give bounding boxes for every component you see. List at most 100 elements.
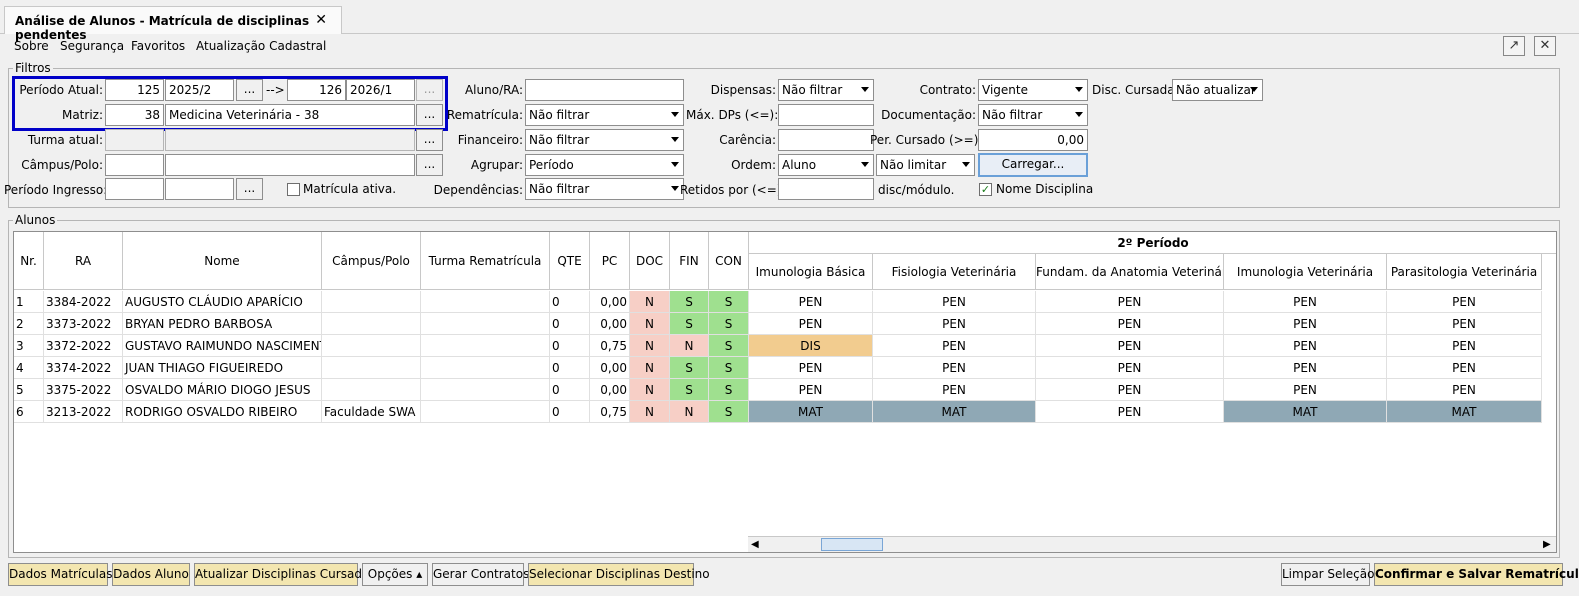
tab-analise-alunos[interactable]: Análise de Alunos - Matrícula de discipl… <box>4 6 342 42</box>
cell-discipline-status[interactable]: PEN <box>1387 335 1542 357</box>
cell-discipline-status[interactable]: PEN <box>873 291 1036 313</box>
alunos-grid[interactable]: Nr. RA Nome Câmpus/Polo Turma Rematrícula QTE… <box>13 231 1557 553</box>
limite-select[interactable]: Não limitar <box>876 154 975 176</box>
menu-seguranca[interactable]: Segurança <box>60 39 124 53</box>
cell-discipline-status[interactable]: PEN <box>1224 291 1387 313</box>
menu-atualizacao-cadastral[interactable]: Atualização Cadastral <box>196 39 326 53</box>
discipline-header[interactable]: Imunologia Veterinária <box>1224 254 1387 290</box>
cell-qte: 0 <box>550 379 590 401</box>
max-dps-input[interactable] <box>778 104 874 126</box>
confirmar-salvar-button[interactable]: Confirmar e Salvar Rematrículas <box>1374 563 1579 586</box>
chevron-down-icon <box>671 162 679 167</box>
dados-matriculas-button[interactable]: Dados Matrículas <box>8 563 112 586</box>
cell-discipline-status[interactable]: PEN <box>873 379 1036 401</box>
contrato-select[interactable]: Vigente <box>978 79 1088 101</box>
discipline-header[interactable]: Imunologia Básica <box>749 254 873 290</box>
atualizar-disciplinas-button[interactable]: Atualizar Disciplinas Cursadas <box>194 563 376 586</box>
scroll-left-icon[interactable]: ◀ <box>751 539 759 550</box>
col-header-qte[interactable]: QTE <box>550 232 590 290</box>
gerar-contratos-button[interactable]: Gerar Contratos <box>432 563 529 586</box>
col-header-nome[interactable]: Nome <box>123 232 322 290</box>
cell-discipline-status[interactable]: PEN <box>749 313 873 335</box>
cell-discipline-status[interactable]: PEN <box>873 357 1036 379</box>
documentacao-select[interactable]: Não filtrar <box>978 104 1088 126</box>
cell-discipline-status[interactable]: MAT <box>1387 401 1542 423</box>
agrupar-select[interactable]: Período <box>525 154 684 176</box>
dados-aluno-button[interactable]: Dados Aluno <box>112 563 190 586</box>
col-header-campus[interactable]: Câmpus/Polo <box>322 232 421 290</box>
limpar-selecao-button[interactable]: Limpar Seleção <box>1281 563 1374 586</box>
cell-nome: RODRIGO OSVALDO RIBEIRO <box>123 401 322 423</box>
col-header-ra[interactable]: RA <box>44 232 123 290</box>
cell-discipline-status[interactable]: PEN <box>1036 335 1224 357</box>
discipline-header[interactable]: Fundam. da Anatomia Veterinária... <box>1036 254 1224 290</box>
retidos-input[interactable] <box>778 178 874 200</box>
menu-favoritos[interactable]: Favoritos <box>131 39 185 53</box>
cell-discipline-status[interactable]: PEN <box>1036 291 1224 313</box>
carregar-button[interactable]: Carregar... <box>978 153 1088 177</box>
campus-polo-lookup-button[interactable]: ... <box>416 154 443 176</box>
cell-discipline-status[interactable]: PEN <box>873 313 1036 335</box>
financeiro-value: Não filtrar <box>529 133 590 147</box>
cell-discipline-status[interactable]: PEN <box>1224 357 1387 379</box>
cell-discipline-status[interactable]: MAT <box>749 401 873 423</box>
financeiro-select[interactable]: Não filtrar <box>525 129 684 151</box>
per-cursado-input[interactable]: 0,00 <box>978 129 1088 151</box>
cell-discipline-status[interactable]: PEN <box>873 335 1036 357</box>
popout-icon[interactable]: ↗ <box>1503 36 1525 56</box>
retidos-label: Retidos por (<=): <box>680 183 786 197</box>
rematricula-label: Rematrícula: <box>446 108 523 122</box>
col-header-doc[interactable]: DOC <box>630 232 670 290</box>
cell-discipline-status[interactable]: PEN <box>1387 313 1542 335</box>
turma-atual-lookup-button[interactable]: ... <box>416 129 443 151</box>
cell-discipline-status[interactable]: PEN <box>749 379 873 401</box>
cell-discipline-status[interactable]: PEN <box>749 291 873 313</box>
cell-discipline-status[interactable]: PEN <box>749 357 873 379</box>
matricula-ativa-checkbox[interactable] <box>287 183 300 196</box>
cell-discipline-status[interactable]: PEN <box>1036 401 1224 423</box>
disc-cursadas-value: Não atualizar <box>1176 83 1256 97</box>
dispensas-select[interactable]: Não filtrar <box>778 79 874 101</box>
cell-discipline-status[interactable]: PEN <box>1036 379 1224 401</box>
discipline-header[interactable]: Fisiologia Veterinária <box>873 254 1036 290</box>
cell-discipline-status[interactable]: PEN <box>1036 313 1224 335</box>
cell-discipline-status[interactable]: PEN <box>1387 379 1542 401</box>
col-header-pc[interactable]: PC <box>590 232 630 290</box>
cell-discipline-status[interactable]: DIS <box>749 335 873 357</box>
col-header-fin[interactable]: FIN <box>670 232 709 290</box>
aluno-ra-input[interactable] <box>525 79 684 101</box>
disc-cursadas-select[interactable]: Não atualizar <box>1172 79 1263 101</box>
scroll-thumb[interactable] <box>821 538 883 551</box>
cell-discipline-status[interactable]: PEN <box>1224 379 1387 401</box>
col-header-turma[interactable]: Turma Rematrícula <box>421 232 550 290</box>
cell-discipline-status[interactable]: MAT <box>1224 401 1387 423</box>
cell-discipline-status[interactable]: PEN <box>1387 291 1542 313</box>
window-close-icon[interactable]: ✕ <box>1534 36 1556 56</box>
cell-discipline-status[interactable]: PEN <box>1387 357 1542 379</box>
periodo-ingresso-lookup-button[interactable]: ... <box>236 178 263 200</box>
scroll-right-icon[interactable]: ▶ <box>1543 539 1551 550</box>
tab-close-icon[interactable]: ✕ <box>315 12 327 28</box>
dependencias-select[interactable]: Não filtrar <box>525 178 684 200</box>
carencia-input[interactable] <box>778 129 874 151</box>
horizontal-scrollbar[interactable]: ◀ ▶ <box>748 536 1556 552</box>
cell-doc: N <box>630 379 670 401</box>
rematricula-select[interactable]: Não filtrar <box>525 104 684 126</box>
campus-polo-value[interactable] <box>165 154 415 176</box>
periodo-ingresso-value[interactable] <box>165 178 234 200</box>
selecionar-disciplinas-destino-button[interactable]: Selecionar Disciplinas Destino <box>528 563 710 586</box>
menu-sobre[interactable]: Sobre <box>14 39 49 53</box>
cell-discipline-status[interactable]: PEN <box>1036 357 1224 379</box>
cell-fin: S <box>670 291 709 313</box>
cell-discipline-status[interactable]: PEN <box>1224 335 1387 357</box>
opcoes-button[interactable]: Opções ▴ <box>362 563 428 586</box>
col-header-nr[interactable]: Nr. <box>14 232 44 290</box>
periodo-ingresso-code[interactable] <box>105 178 164 200</box>
nome-disciplina-checkbox[interactable]: ✓ <box>979 183 992 196</box>
campus-polo-code[interactable] <box>105 154 164 176</box>
ordem-select[interactable]: Aluno <box>778 154 874 176</box>
cell-discipline-status[interactable]: PEN <box>1224 313 1387 335</box>
col-header-con[interactable]: CON <box>709 232 749 290</box>
discipline-header[interactable]: Parasitologia Veterinária <box>1387 254 1542 290</box>
cell-discipline-status[interactable]: MAT <box>873 401 1036 423</box>
